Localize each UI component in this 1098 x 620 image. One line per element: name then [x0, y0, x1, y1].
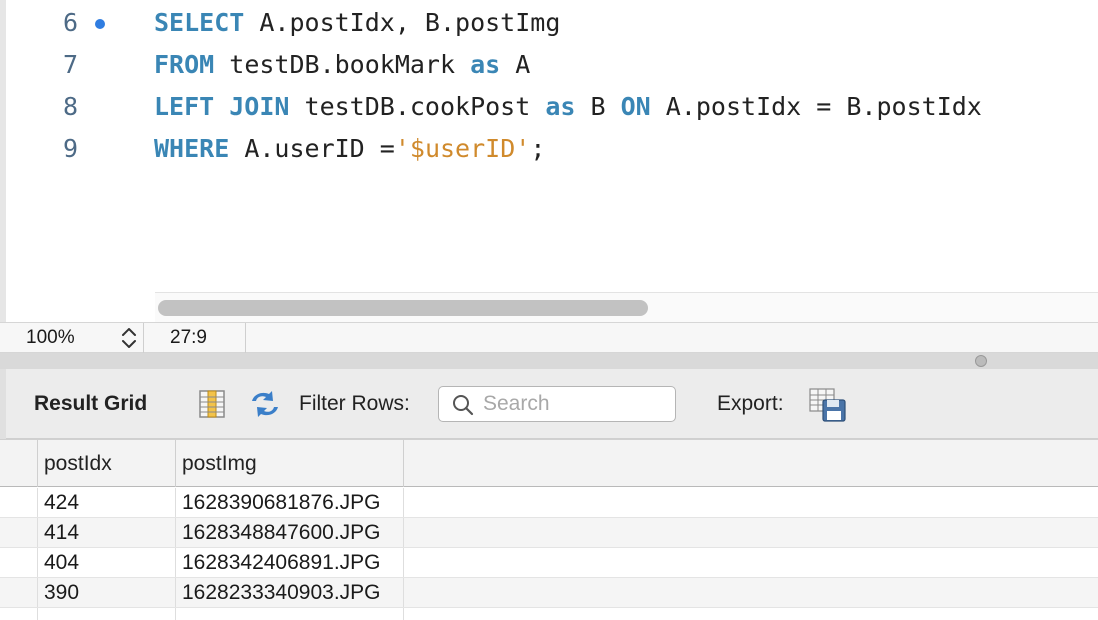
table-cell[interactable]: 1628390681876.JPG	[176, 488, 404, 517]
current-statement-marker-icon	[95, 19, 105, 29]
table-cell[interactable]: 1628233340903.JPG	[176, 578, 404, 607]
line-number: 8	[62, 92, 78, 121]
cell-value: 414	[44, 521, 80, 544]
export-icon[interactable]	[809, 388, 847, 422]
sql-editor[interactable]: 6 SELECT A.postIdx, B.postImg 7 FROM testDB…	[0, 0, 1098, 322]
table-cell[interactable]: 424	[38, 488, 176, 517]
cell-value: 424	[44, 491, 80, 514]
cell-value: 1628390681876.JPG	[182, 491, 381, 514]
result-grid-title: Result Grid	[34, 392, 148, 415]
cell-value: 404	[44, 551, 80, 574]
sql-keyword: WHERE	[154, 134, 230, 163]
line-number: 7	[62, 50, 78, 79]
sql-text: B	[575, 92, 621, 121]
sql-text: testDB.bookMark	[214, 50, 471, 79]
row-number-cell[interactable]	[0, 488, 38, 517]
sql-keyword: FROM	[154, 50, 215, 79]
splitter-handle[interactable]	[975, 355, 987, 367]
code-line[interactable]: 7 FROM testDB.bookMark as A	[0, 44, 1098, 86]
chevron-up-down-icon[interactable]	[118, 325, 140, 351]
cursor-position: 27:9	[170, 327, 207, 348]
cell-value: 390	[44, 581, 80, 604]
row-number-header	[0, 440, 38, 487]
table-cell[interactable]: 1628348847600.JPG	[176, 518, 404, 547]
sql-keyword: SELECT	[154, 8, 245, 37]
column-header-label: postIdx	[44, 452, 112, 475]
horizontal-scrollbar-thumb[interactable]	[158, 300, 648, 316]
row-number-cell[interactable]	[0, 578, 38, 607]
zoom-selector[interactable]: 100%	[6, 323, 144, 353]
row-number-cell[interactable]	[0, 518, 38, 547]
column-header-postimg[interactable]: postImg	[176, 440, 404, 487]
cell-value: 1628233340903.JPG	[182, 581, 381, 604]
sql-string: '$userID'	[394, 134, 531, 163]
table-row[interactable]: 414 1628348847600.JPG	[0, 518, 1098, 548]
filter-search-box[interactable]	[438, 386, 676, 422]
export-label: Export:	[717, 392, 784, 415]
result-toolbar: Result Grid Filter Rows: Export:	[0, 369, 1098, 439]
column-header-label: postImg	[182, 452, 257, 475]
code-line[interactable]: 8 LEFT JOIN testDB.cookPost as B ON A.pos…	[0, 86, 1098, 128]
sql-keyword: as	[545, 92, 576, 121]
result-grid[interactable]: postIdx postImg 424 1628390681876.JPG 41…	[0, 439, 1098, 620]
code-text[interactable]: SELECT A.postIdx, B.postImg	[154, 2, 560, 44]
sql-keyword: ON	[620, 92, 651, 121]
column-header-postidx[interactable]: postIdx	[38, 440, 176, 487]
sql-text: A.postIdx, B.postImg	[244, 8, 561, 37]
sql-text: A.postIdx = B.postIdx	[650, 92, 982, 121]
toolbar-left-edge	[0, 369, 6, 439]
sql-text: ;	[530, 134, 546, 163]
refresh-icon[interactable]	[248, 389, 282, 419]
cell-value: 1628342406891.JPG	[182, 551, 381, 574]
table-cell[interactable]	[176, 608, 404, 620]
cursor-position-box: 27:9	[144, 323, 246, 353]
table-row[interactable]: 404 1628342406891.JPG	[0, 548, 1098, 578]
code-line[interactable]: 9 WHERE A.userID ='$userID';	[0, 128, 1098, 170]
row-number-cell[interactable]	[0, 608, 38, 620]
sql-text: A.userID =	[229, 134, 395, 163]
line-number: 9	[62, 134, 78, 163]
filter-search-input[interactable]	[483, 391, 668, 417]
table-row-empty[interactable]	[0, 608, 1098, 620]
editor-status-bar: 100% 27:9	[0, 322, 1098, 353]
table-cell[interactable]: 1628342406891.JPG	[176, 548, 404, 577]
cell-value: 1628348847600.JPG	[182, 521, 381, 544]
table-row[interactable]: 390 1628233340903.JPG	[0, 578, 1098, 608]
horizontal-scrollbar[interactable]	[155, 292, 1098, 322]
search-icon	[453, 395, 474, 416]
code-text[interactable]: LEFT JOIN testDB.cookPost as B ON A.post…	[154, 86, 982, 128]
line-number: 6	[62, 8, 78, 37]
table-row[interactable]: 424 1628390681876.JPG	[0, 488, 1098, 518]
code-text[interactable]: WHERE A.userID ='$userID';	[154, 128, 545, 170]
table-cell[interactable]: 390	[38, 578, 176, 607]
sql-text: testDB.cookPost	[289, 92, 546, 121]
grid-columns-icon[interactable]	[199, 390, 225, 418]
grid-header-row: postIdx postImg	[0, 439, 1098, 487]
code-line[interactable]: 6 SELECT A.postIdx, B.postImg	[0, 2, 1098, 44]
code-text[interactable]: FROM testDB.bookMark as A	[154, 44, 530, 86]
row-number-cell[interactable]	[0, 548, 38, 577]
zoom-level: 100%	[26, 327, 75, 348]
sql-keyword: as	[470, 50, 501, 79]
sql-text: A	[500, 50, 531, 79]
table-cell[interactable]: 414	[38, 518, 176, 547]
filter-rows-label: Filter Rows:	[299, 392, 410, 415]
table-cell[interactable]: 404	[38, 548, 176, 577]
table-cell[interactable]	[38, 608, 176, 620]
sql-keyword: LEFT JOIN	[154, 92, 290, 121]
panel-splitter[interactable]	[0, 353, 1098, 369]
